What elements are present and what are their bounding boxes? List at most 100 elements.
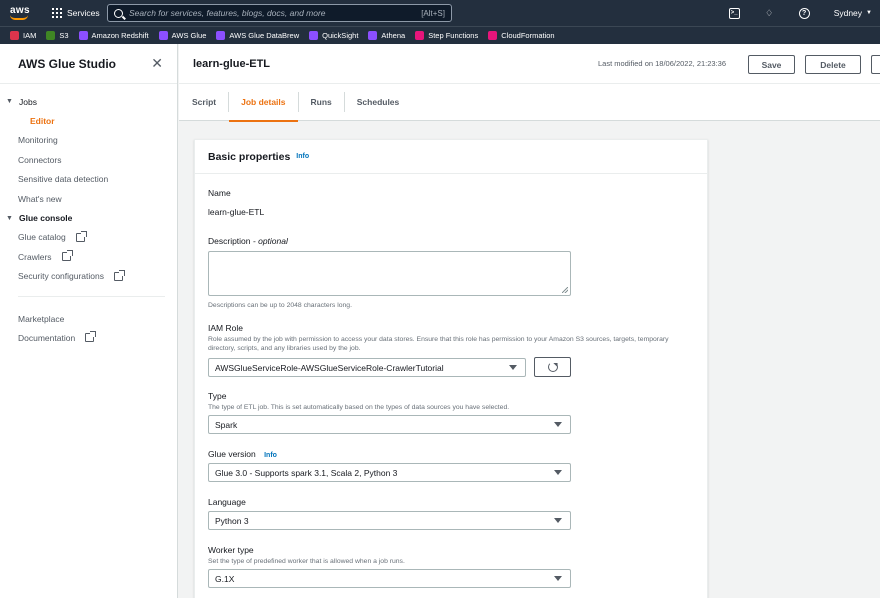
worker-type-description: Set the type of predefined worker that i… <box>208 558 405 565</box>
dropdown-arrow-icon <box>554 576 562 581</box>
search-icon <box>114 8 123 18</box>
service-icon <box>10 31 19 40</box>
sidebar-item-documentation[interactable]: Documentation <box>0 328 177 347</box>
glue-version-field: Glue version Info <box>208 449 277 459</box>
caret-down-icon: ▼ <box>6 214 13 222</box>
service-icon <box>368 31 378 40</box>
sidebar-item-sensitive-data[interactable]: Sensitive data detection <box>0 170 177 189</box>
favorite-aws-glue-databrew[interactable]: AWS Glue DataBrew <box>216 31 299 40</box>
language-value: Python 3 <box>215 515 249 526</box>
sidebar-item-monitoring[interactable]: Monitoring <box>0 131 177 150</box>
cloudshell-icon[interactable]: >_ <box>728 7 740 19</box>
dropdown-arrow-icon <box>554 422 562 427</box>
service-icon <box>78 31 88 40</box>
type-select[interactable]: Spark <box>208 415 571 434</box>
name-value: learn-glue-ETL <box>208 207 265 217</box>
description-hint: Descriptions can be up to 2048 character… <box>208 302 352 309</box>
name-field: Name <box>208 188 231 198</box>
aws-logo[interactable]: aws <box>8 3 34 23</box>
favorite-s3[interactable]: S3 <box>46 31 69 40</box>
optional-label: - optional <box>252 236 288 246</box>
services-label: Services <box>67 8 100 18</box>
refresh-button[interactable] <box>534 357 571 377</box>
service-icon <box>216 31 226 40</box>
service-icon <box>488 31 498 40</box>
name-label: Name <box>208 188 231 198</box>
dropdown-arrow-icon <box>554 518 562 523</box>
actions-button[interactable] <box>871 55 880 74</box>
sidebar-section-glue-console[interactable]: ▼ Glue console <box>0 208 177 227</box>
caret-down-icon: ▼ <box>866 10 872 16</box>
search-shortcut: [Alt+S] <box>421 8 445 18</box>
top-navigation: aws Services Search for services, featur… <box>0 0 880 26</box>
favorites-bar: IAM S3 Amazon Redshift AWS Glue AWS Glue Dat… <box>0 26 880 44</box>
iam-role-value: AWSGlueServiceRole-AWSGlueServiceRole-Cr… <box>215 362 444 373</box>
worker-type-field: Worker type Set the type of predefined w… <box>208 545 678 566</box>
job-header: learn-glue-ETL Last modified on 18/06/20… <box>179 44 880 84</box>
type-value: Spark <box>215 419 238 430</box>
service-icon <box>158 31 168 40</box>
iam-role-select[interactable]: AWSGlueServiceRole-AWSGlueServiceRole-Cr… <box>208 358 526 377</box>
sidebar-item-security-configs[interactable]: Security configurations <box>0 267 177 286</box>
favorite-athena[interactable]: Athena <box>368 31 405 40</box>
services-menu[interactable]: Services <box>52 8 100 18</box>
tab-schedules[interactable]: Schedules <box>345 84 412 121</box>
glue-version-label: Glue version <box>208 449 256 459</box>
sidebar-item-whats-new[interactable]: What's new <box>0 189 177 208</box>
sidebar-header: AWS Glue Studio ✕ <box>0 44 177 84</box>
nav-right-tools: >_ ♢ ? Sydney ▼ <box>728 0 872 26</box>
delete-button[interactable]: Delete <box>805 55 861 74</box>
job-name: learn-glue-ETL <box>193 57 271 70</box>
worker-type-label: Worker type <box>208 545 254 555</box>
bell-icon[interactable]: ♢ <box>764 8 775 19</box>
sidebar-item-editor[interactable]: Editor <box>0 111 177 130</box>
external-link-icon <box>114 269 125 281</box>
glue-version-info-link[interactable]: Info <box>264 452 277 459</box>
description-textarea[interactable] <box>208 251 571 296</box>
help-icon[interactable]: ? <box>798 7 810 19</box>
favorite-amazon-redshift[interactable]: Amazon Redshift <box>78 31 149 40</box>
tab-job-details[interactable]: Job details <box>229 84 298 122</box>
favorite-quicksight[interactable]: QuickSight <box>309 31 358 40</box>
refresh-icon <box>547 362 558 372</box>
last-modified: Last modified on 18/06/2022, 21:23:36 <box>598 59 727 68</box>
type-field: Type The type of ETL job. This is set au… <box>208 391 678 412</box>
favorite-cloudformation[interactable]: CloudFormation <box>488 31 555 40</box>
close-icon[interactable]: ✕ <box>151 55 163 72</box>
search-placeholder: Search for services, features, blogs, do… <box>129 8 326 18</box>
basic-properties-panel: Basic properties Info Name learn-glue-ET… <box>194 139 708 598</box>
region-label: Sydney <box>833 8 863 18</box>
sidebar-item-connectors[interactable]: Connectors <box>0 150 177 169</box>
caret-down-icon: ▼ <box>6 98 13 106</box>
iam-role-description: Role assumed by the job with permission … <box>208 336 669 352</box>
sidebar-item-marketplace[interactable]: Marketplace <box>0 309 177 328</box>
language-select[interactable]: Python 3 <box>208 511 571 530</box>
search-input[interactable]: Search for services, features, blogs, do… <box>107 4 452 22</box>
favorite-aws-glue[interactable]: AWS Glue <box>158 31 206 40</box>
external-link-icon <box>85 331 97 343</box>
sidebar-divider <box>18 295 165 297</box>
service-icon <box>309 31 319 40</box>
tab-bar: Script Job details Runs Schedules <box>179 84 880 122</box>
favorite-iam[interactable]: IAM <box>10 31 36 40</box>
glue-version-select[interactable]: Glue 3.0 - Supports spark 3.1, Scala 2, … <box>208 463 571 482</box>
worker-type-select[interactable]: G.1X <box>208 569 571 588</box>
panel-title: Basic properties <box>208 150 291 163</box>
grid-icon <box>52 8 62 18</box>
favorite-step-functions[interactable]: Step Functions <box>415 31 478 40</box>
dropdown-arrow-icon <box>509 365 517 370</box>
dropdown-arrow-icon <box>554 470 562 475</box>
external-link-icon <box>61 250 73 262</box>
tab-runs[interactable]: Runs <box>299 84 344 121</box>
resize-handle-icon[interactable] <box>562 287 568 293</box>
sidebar-item-glue-catalog[interactable]: Glue catalog <box>0 228 177 247</box>
type-label: Type <box>208 391 227 401</box>
sidebar-section-jobs[interactable]: ▼ Jobs <box>0 92 177 111</box>
info-link[interactable]: Info <box>296 153 309 160</box>
sidebar-item-crawlers[interactable]: Crawlers <box>0 247 177 266</box>
description-label-group: Description - optional <box>208 236 288 246</box>
region-selector[interactable]: Sydney ▼ <box>834 8 872 18</box>
save-button[interactable]: Save <box>748 55 795 74</box>
type-description: The type of ETL job. This is set automat… <box>208 404 510 411</box>
tab-script[interactable]: Script <box>192 84 228 121</box>
